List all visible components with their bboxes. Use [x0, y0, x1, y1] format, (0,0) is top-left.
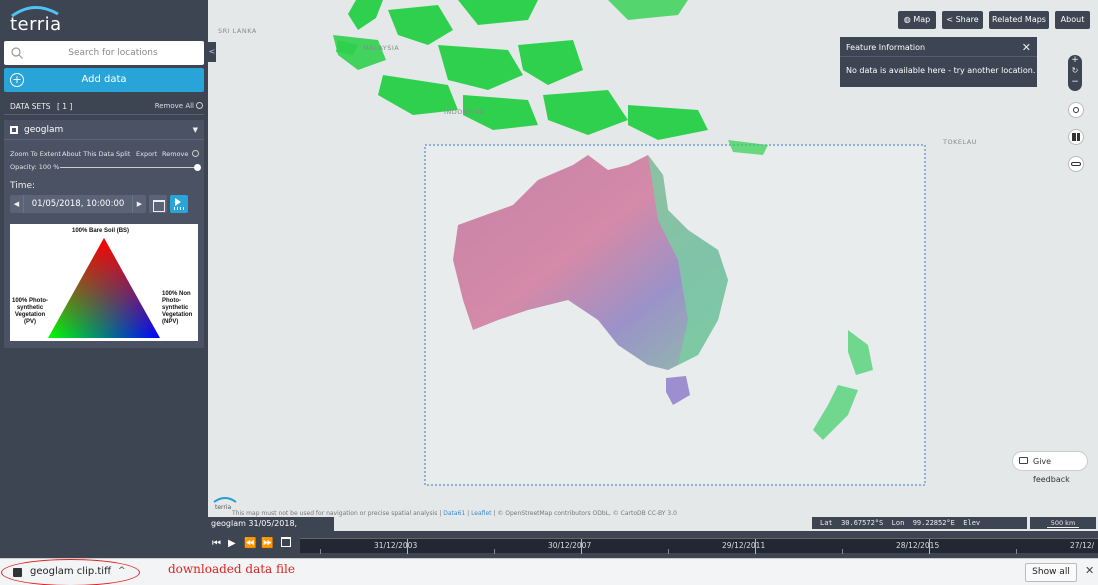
timeline-label: 31/12/2003 — [374, 541, 418, 550]
islands-north — [333, 0, 768, 155]
feature-info-divider — [840, 56, 1037, 57]
map-button[interactable]: ◍ Map — [898, 11, 936, 29]
terria-app: SRI LANKA MALAYSIA INDONESIA TOKELAU Thi… — [0, 0, 1098, 585]
measure-tool-icon[interactable] — [1068, 156, 1084, 172]
opacity-label: Opacity: 100 % — [10, 163, 60, 171]
time-label: Time: — [10, 181, 36, 191]
dataset-title-row[interactable]: geoglam ▼ — [4, 120, 204, 140]
reset-view-icon[interactable]: ↻ — [1068, 65, 1082, 77]
remove-link[interactable]: Remove — [162, 150, 188, 158]
search-icon — [11, 47, 23, 59]
svg-text:terria: terria — [215, 504, 232, 510]
map-label-indonesia: INDONESIA — [444, 108, 485, 116]
time-selector: ◀ 01/05/2018, 10:00:00 ▶ — [10, 195, 146, 213]
map-label-sri-lanka: SRI LANKA — [218, 27, 257, 35]
step-back-icon[interactable]: ⏪ — [244, 538, 256, 549]
related-maps-button[interactable]: Related Maps — [989, 11, 1049, 29]
globe-icon: ◍ — [903, 15, 914, 24]
dataset-item: geoglam ▼ Zoom To Extent About This Data… — [4, 120, 204, 348]
time-value[interactable]: 01/05/2018, 10:00:00 — [24, 195, 132, 213]
timeline-track[interactable]: 31/12/2003 30/12/2007 29/12/2011 28/12/2… — [300, 538, 1098, 554]
zoom-control: + ↻ − — [1068, 55, 1082, 91]
close-icon[interactable]: ✕ — [1022, 41, 1031, 54]
opacity-slider[interactable] — [60, 164, 201, 171]
zoom-in-icon[interactable]: + — [1068, 55, 1082, 65]
close-icon[interactable]: ✕ — [1085, 564, 1094, 577]
give-feedback-label: Give feedback — [1033, 457, 1070, 484]
split-link[interactable]: Split — [116, 150, 130, 158]
timeline-label: 29/12/2011 — [722, 541, 766, 550]
share-icon: < — [946, 15, 956, 24]
opacity-slider-handle[interactable] — [194, 164, 201, 171]
remove-all-icon[interactable] — [196, 102, 203, 109]
credits-suffix: © OpenStreetMap contributors ODbL, © Car… — [497, 510, 677, 517]
feature-info-panel: Feature Information ✕ No data is availab… — [840, 37, 1037, 87]
feature-info-title: Feature Information — [846, 43, 926, 52]
timeline-label: 27/12/ — [1070, 541, 1095, 550]
annotation-ellipse — [1, 559, 140, 585]
map-credits: This map must not be used for navigation… — [232, 510, 677, 517]
about-data-link[interactable]: About This Data — [62, 150, 114, 158]
legend: 100% Bare Soil (BS) 100% Photo-synthetic… — [10, 224, 198, 341]
search-box — [4, 41, 204, 65]
skip-start-icon[interactable]: ⏮ — [212, 538, 221, 549]
timeline-label: 30/12/2007 — [548, 541, 592, 550]
legend-label-bare-soil: 100% Bare Soil (BS) — [72, 228, 130, 234]
about-button[interactable]: About — [1055, 11, 1090, 29]
credits-link-leaflet[interactable]: Leaflet — [471, 510, 491, 517]
my-location-icon[interactable] — [1068, 102, 1084, 118]
layer-time-label: geoglam 31/05/2018, 10:00:00 — [208, 517, 334, 542]
download-bar: geoglam clip.tiff ^ downloaded data file… — [0, 558, 1098, 585]
next-time-icon[interactable]: ▶ — [132, 195, 146, 213]
step-forward-icon[interactable]: ⏩ — [261, 538, 273, 549]
legend-label-npv: 100% Non Photo-synthetic Vegetation (NPV… — [162, 291, 193, 325]
scale-bar: 500 km — [1030, 517, 1096, 529]
feature-info-message: No data is available here - try another … — [846, 66, 1036, 75]
credits-link-data61[interactable]: Data61 — [443, 510, 465, 517]
map-label-tokelau: TOKELAU — [943, 138, 977, 146]
sidebar: terria + Add data DATA SETS [ 1 ] Remove… — [0, 0, 208, 558]
terria-logo: terria — [8, 4, 68, 38]
calendar-icon[interactable] — [149, 195, 167, 213]
share-button[interactable]: < Share — [942, 11, 983, 29]
animate-time-icon[interactable] — [170, 195, 188, 213]
map-button-label: Map — [913, 15, 931, 24]
annotation-text: downloaded data file — [168, 562, 295, 576]
collapse-sidebar-icon[interactable]: < — [208, 42, 216, 62]
terria-map-logo: terria — [213, 497, 237, 510]
credits-text: This map must not be used for navigation… — [232, 510, 438, 517]
plus-icon: + — [10, 73, 24, 87]
show-all-button[interactable]: Show all — [1025, 563, 1077, 582]
datasets-header: DATA SETS [ 1 ] Remove All — [4, 97, 204, 115]
remove-icon[interactable] — [192, 150, 199, 157]
dataset-actions: Zoom To Extent About This Data Split Exp… — [10, 150, 202, 162]
add-data-label: Add data — [81, 74, 127, 85]
timeline: ⏮ ▶ ⏪ ⏩ 31/12/2003 30/12/2007 29/12/2011… — [208, 531, 1098, 558]
add-data-button[interactable]: + Add data — [4, 68, 204, 92]
share-button-label: Share — [955, 15, 979, 24]
zoom-to-extent-link[interactable]: Zoom To Extent — [10, 150, 61, 158]
calendar-icon[interactable] — [281, 537, 291, 550]
export-link[interactable]: Export — [136, 150, 157, 158]
dataset-visibility-checkbox[interactable] — [10, 126, 18, 134]
dataset-name: geoglam — [24, 125, 64, 135]
logo-text: terria — [10, 14, 62, 35]
scale-label: 500 km — [1046, 519, 1080, 528]
legend-label-pv: 100% Photo-synthetic Vegetation (PV) — [12, 298, 49, 325]
chevron-down-icon[interactable]: ▼ — [193, 126, 198, 134]
split-compare-icon[interactable] — [1068, 129, 1084, 145]
datasets-count: [ 1 ] — [57, 102, 73, 111]
play-icon[interactable]: ▶ — [228, 538, 236, 549]
search-input[interactable] — [28, 41, 198, 65]
give-feedback-button[interactable]: Give feedback — [1012, 451, 1088, 484]
zoom-out-icon[interactable]: − — [1068, 77, 1082, 87]
remove-all-button[interactable]: Remove All — [155, 102, 194, 110]
datasets-title: DATA SETS — [10, 102, 51, 111]
location-readout: Lat 30.67572°S Lon 99.22852°E Elev — [812, 517, 1027, 529]
timeline-label: 28/12/2015 — [896, 541, 940, 550]
map-label-malaysia: MALAYSIA — [363, 44, 400, 52]
feedback-icon — [1019, 457, 1028, 464]
previous-time-icon[interactable]: ◀ — [10, 195, 24, 213]
